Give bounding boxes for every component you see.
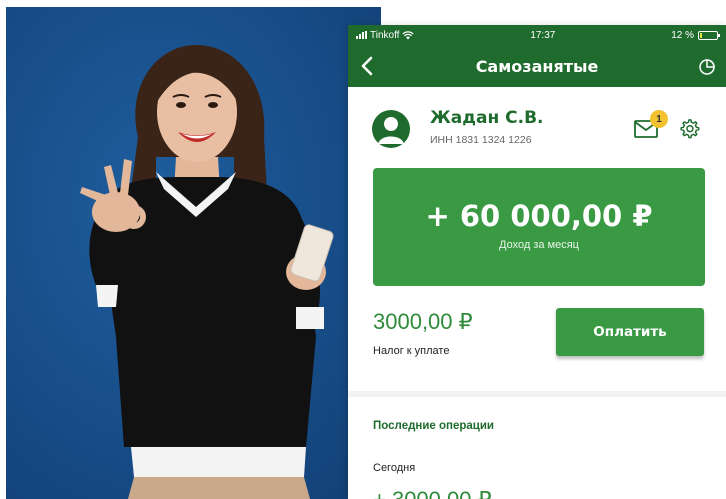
operations-day-label: Сегодня [373,462,416,474]
pay-button[interactable]: Оплатить [556,308,704,356]
tax-amount: 3000,00 ₽ [373,309,473,334]
profile-header: Жадан С.В. ИНН 1831 1324 1226 [348,87,726,167]
battery-icon [697,30,720,40]
gear-icon[interactable] [678,118,700,140]
nav-bar: Самозанятые [348,45,726,87]
status-right: 12 % [671,29,720,41]
promo-photo [6,7,381,499]
status-bar: Tinkoff 17:37 12 % [348,25,726,45]
chevron-left-icon[interactable] [360,56,374,76]
carrier-name: Tinkoff [370,29,400,41]
recent-operations-title: Последние операции [373,420,494,432]
clock: 17:37 [530,29,556,41]
phone-screen: Tinkoff 17:37 12 % Самозанятые Жадан С.В… [348,25,726,499]
tax-label: Налог к уплате [373,345,450,357]
signal-icon [356,31,367,39]
battery-level [699,32,702,38]
section-divider [348,391,726,397]
user-name: Жадан С.В. [430,108,544,128]
user-icon [378,117,404,144]
notification-badge: 1 [650,110,668,128]
operation-amount[interactable]: + 3000,00 ₽ [373,487,492,499]
page-title: Самозанятые [475,56,599,76]
battery-percent: 12 % [671,29,694,41]
status-left: Tinkoff [356,29,415,41]
woman-illustration [80,45,334,499]
income-label: Доход за месяц [499,239,579,251]
user-inn: ИНН 1831 1324 1226 [430,134,532,146]
avatar[interactable] [372,110,410,148]
income-card[interactable]: + 60 000,00 ₽ Доход за месяц [373,168,705,286]
pie-chart-icon[interactable] [698,57,716,75]
wifi-icon [402,30,415,39]
income-amount: + 60 000,00 ₽ [425,199,653,233]
